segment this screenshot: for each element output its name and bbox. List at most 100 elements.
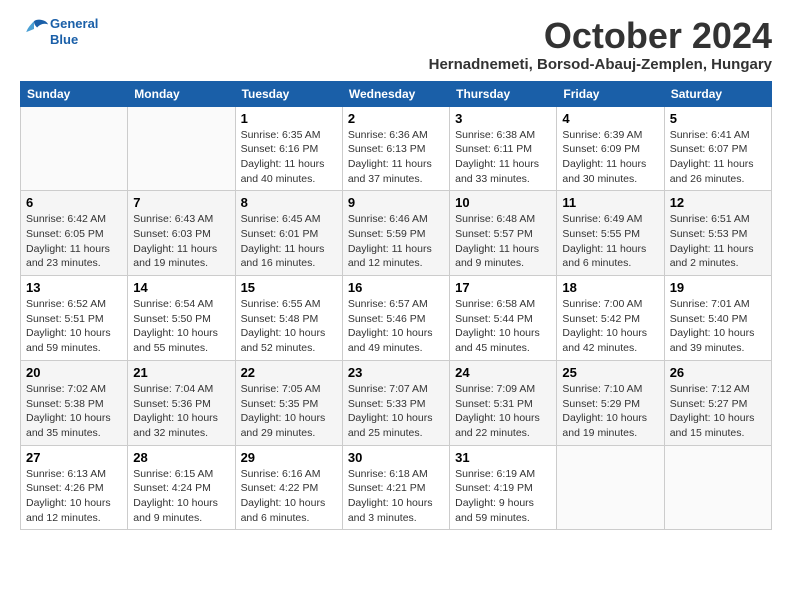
- calendar-cell: 19 Sunrise: 7:01 AMSunset: 5:40 PMDayligh…: [664, 276, 771, 361]
- day-info: Sunrise: 7:01 AMSunset: 5:40 PMDaylight:…: [670, 297, 766, 356]
- calendar-week-row: 1 Sunrise: 6:35 AMSunset: 6:16 PMDaylight…: [21, 106, 772, 191]
- day-number: 10: [455, 195, 551, 210]
- day-number: 25: [562, 365, 658, 380]
- calendar-cell: 28Sunrise: 6:15 AMSunset: 4:24 PMDayligh…: [128, 445, 235, 530]
- calendar-cell: 15Sunrise: 6:55 AMSunset: 5:48 PMDayligh…: [235, 276, 342, 361]
- logo-line2: Blue: [50, 32, 78, 47]
- calendar-cell: 22Sunrise: 7:05 AMSunset: 5:35 PMDayligh…: [235, 360, 342, 445]
- calendar-week-row: 20 Sunrise: 7:02 AMSunset: 5:38 PMDayligh…: [21, 360, 772, 445]
- day-info: Sunrise: 6:35 AMSunset: 6:16 PMDaylight:…: [241, 128, 337, 187]
- day-number: 14: [133, 280, 229, 295]
- weekday-header: Wednesday: [342, 81, 449, 106]
- calendar-cell: 20 Sunrise: 7:02 AMSunset: 5:38 PMDayligh…: [21, 360, 128, 445]
- day-info: Sunrise: 7:10 AMSunset: 5:29 PMDaylight:…: [562, 382, 658, 441]
- day-info: Sunrise: 6:16 AMSunset: 4:22 PMDaylight:…: [241, 467, 337, 526]
- calendar-cell: 27Sunrise: 6:13 AMSunset: 4:26 PMDayligh…: [21, 445, 128, 530]
- calendar-cell: 29 Sunrise: 6:16 AMSunset: 4:22 PMDayligh…: [235, 445, 342, 530]
- calendar-cell: 25 Sunrise: 7:10 AMSunset: 5:29 PMDayligh…: [557, 360, 664, 445]
- day-info: Sunrise: 6:42 AMSunset: 6:05 PMDaylight:…: [26, 212, 122, 271]
- calendar-cell: 8 Sunrise: 6:45 AMSunset: 6:01 PMDaylight…: [235, 191, 342, 276]
- calendar-cell: [557, 445, 664, 530]
- weekday-header: Monday: [128, 81, 235, 106]
- calendar-cell: 9 Sunrise: 6:46 AMSunset: 5:59 PMDaylight…: [342, 191, 449, 276]
- day-info: Sunrise: 6:45 AMSunset: 6:01 PMDaylight:…: [241, 212, 337, 271]
- day-number: 2: [348, 111, 444, 126]
- day-number: 22: [241, 365, 337, 380]
- day-number: 4: [562, 111, 658, 126]
- weekday-header: Sunday: [21, 81, 128, 106]
- page-header: General Blue October 2024 Hernadnemeti, …: [20, 16, 772, 73]
- day-number: 19: [670, 280, 766, 295]
- calendar-cell: 1 Sunrise: 6:35 AMSunset: 6:16 PMDaylight…: [235, 106, 342, 191]
- day-number: 21: [133, 365, 229, 380]
- month-title: October 2024: [429, 16, 772, 56]
- day-info: Sunrise: 6:57 AMSunset: 5:46 PMDaylight:…: [348, 297, 444, 356]
- calendar-cell: 18 Sunrise: 7:00 AMSunset: 5:42 PMDayligh…: [557, 276, 664, 361]
- day-number: 8: [241, 195, 337, 210]
- calendar-week-row: 27Sunrise: 6:13 AMSunset: 4:26 PMDayligh…: [21, 445, 772, 530]
- logo-line1: General: [50, 16, 98, 31]
- day-info: Sunrise: 7:04 AMSunset: 5:36 PMDaylight:…: [133, 382, 229, 441]
- day-info: Sunrise: 6:43 AMSunset: 6:03 PMDaylight:…: [133, 212, 229, 271]
- location-title: Hernadnemeti, Borsod-Abauj-Zemplen, Hung…: [429, 56, 772, 73]
- calendar-cell: 26 Sunrise: 7:12 AMSunset: 5:27 PMDayligh…: [664, 360, 771, 445]
- calendar-week-row: 6 Sunrise: 6:42 AMSunset: 6:05 PMDaylight…: [21, 191, 772, 276]
- calendar-cell: 10 Sunrise: 6:48 AMSunset: 5:57 PMDayligh…: [450, 191, 557, 276]
- day-info: Sunrise: 6:18 AMSunset: 4:21 PMDaylight:…: [348, 467, 444, 526]
- day-info: Sunrise: 6:36 AMSunset: 6:13 PMDaylight:…: [348, 128, 444, 187]
- day-info: Sunrise: 7:00 AMSunset: 5:42 PMDaylight:…: [562, 297, 658, 356]
- day-info: Sunrise: 7:02 AMSunset: 5:38 PMDaylight:…: [26, 382, 122, 441]
- day-number: 17: [455, 280, 551, 295]
- weekday-header: Saturday: [664, 81, 771, 106]
- day-number: 29: [241, 450, 337, 465]
- calendar-cell: 24Sunrise: 7:09 AMSunset: 5:31 PMDayligh…: [450, 360, 557, 445]
- day-number: 13: [26, 280, 122, 295]
- day-number: 30: [348, 450, 444, 465]
- day-info: Sunrise: 6:52 AMSunset: 5:51 PMDaylight:…: [26, 297, 122, 356]
- calendar-cell: 17Sunrise: 6:58 AMSunset: 5:44 PMDayligh…: [450, 276, 557, 361]
- title-block: October 2024 Hernadnemeti, Borsod-Abauj-…: [429, 16, 772, 73]
- day-info: Sunrise: 6:48 AMSunset: 5:57 PMDaylight:…: [455, 212, 551, 271]
- day-number: 1: [241, 111, 337, 126]
- day-info: Sunrise: 6:54 AMSunset: 5:50 PMDaylight:…: [133, 297, 229, 356]
- day-number: 12: [670, 195, 766, 210]
- calendar-cell: 2 Sunrise: 6:36 AMSunset: 6:13 PMDaylight…: [342, 106, 449, 191]
- day-number: 20: [26, 365, 122, 380]
- calendar-cell: 14 Sunrise: 6:54 AMSunset: 5:50 PMDayligh…: [128, 276, 235, 361]
- weekday-header: Thursday: [450, 81, 557, 106]
- weekday-header: Tuesday: [235, 81, 342, 106]
- calendar-table: SundayMondayTuesdayWednesdayThursdayFrid…: [20, 81, 772, 531]
- day-info: Sunrise: 7:09 AMSunset: 5:31 PMDaylight:…: [455, 382, 551, 441]
- calendar-cell: 16 Sunrise: 6:57 AMSunset: 5:46 PMDayligh…: [342, 276, 449, 361]
- day-info: Sunrise: 6:38 AMSunset: 6:11 PMDaylight:…: [455, 128, 551, 187]
- day-number: 6: [26, 195, 122, 210]
- calendar-week-row: 13 Sunrise: 6:52 AMSunset: 5:51 PMDayligh…: [21, 276, 772, 361]
- day-number: 31: [455, 450, 551, 465]
- calendar-cell: 3Sunrise: 6:38 AMSunset: 6:11 PMDaylight…: [450, 106, 557, 191]
- day-number: 9: [348, 195, 444, 210]
- calendar-cell: 23Sunrise: 7:07 AMSunset: 5:33 PMDayligh…: [342, 360, 449, 445]
- day-number: 26: [670, 365, 766, 380]
- day-info: Sunrise: 6:46 AMSunset: 5:59 PMDaylight:…: [348, 212, 444, 271]
- logo-icon: [20, 18, 48, 40]
- calendar-cell: [128, 106, 235, 191]
- day-number: 16: [348, 280, 444, 295]
- day-info: Sunrise: 6:49 AMSunset: 5:55 PMDaylight:…: [562, 212, 658, 271]
- calendar-cell: 6 Sunrise: 6:42 AMSunset: 6:05 PMDaylight…: [21, 191, 128, 276]
- calendar-cell: 13 Sunrise: 6:52 AMSunset: 5:51 PMDayligh…: [21, 276, 128, 361]
- day-info: Sunrise: 6:39 AMSunset: 6:09 PMDaylight:…: [562, 128, 658, 187]
- day-info: Sunrise: 6:51 AMSunset: 5:53 PMDaylight:…: [670, 212, 766, 271]
- day-info: Sunrise: 7:12 AMSunset: 5:27 PMDaylight:…: [670, 382, 766, 441]
- calendar-cell: 12 Sunrise: 6:51 AMSunset: 5:53 PMDayligh…: [664, 191, 771, 276]
- day-number: 18: [562, 280, 658, 295]
- logo: General Blue: [20, 16, 98, 47]
- calendar-cell: 11 Sunrise: 6:49 AMSunset: 5:55 PMDayligh…: [557, 191, 664, 276]
- calendar-cell: 30 Sunrise: 6:18 AMSunset: 4:21 PMDayligh…: [342, 445, 449, 530]
- day-info: Sunrise: 6:55 AMSunset: 5:48 PMDaylight:…: [241, 297, 337, 356]
- day-number: 23: [348, 365, 444, 380]
- calendar-cell: 4 Sunrise: 6:39 AMSunset: 6:09 PMDaylight…: [557, 106, 664, 191]
- day-info: Sunrise: 6:19 AMSunset: 4:19 PMDaylight:…: [455, 467, 551, 526]
- day-number: 11: [562, 195, 658, 210]
- calendar-cell: [21, 106, 128, 191]
- calendar-cell: [664, 445, 771, 530]
